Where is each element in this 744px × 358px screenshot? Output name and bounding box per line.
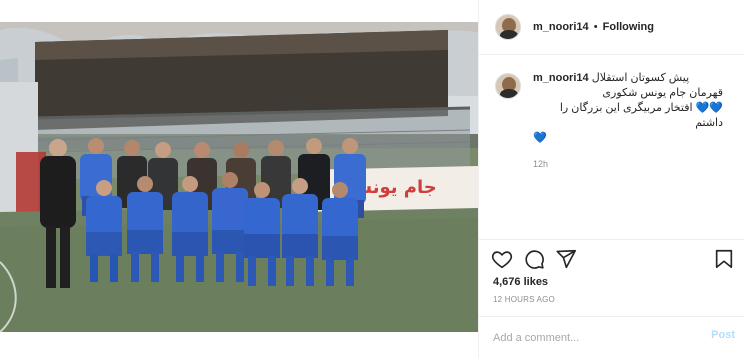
username-link[interactable]: m_noori14 bbox=[533, 21, 589, 33]
post-age[interactable]: 12 HOURS AGO bbox=[493, 295, 555, 304]
post-comment-button[interactable]: Post bbox=[711, 329, 735, 341]
caption-username-link[interactable]: m_noori14 bbox=[533, 72, 589, 84]
add-comment-bar: Post bbox=[479, 316, 744, 358]
avatar[interactable] bbox=[495, 73, 521, 99]
likes-count[interactable]: 4,676 likes bbox=[493, 276, 548, 288]
post-photo[interactable]: جام یونس bbox=[0, 22, 478, 332]
avatar[interactable] bbox=[495, 14, 521, 40]
action-bar bbox=[479, 240, 744, 280]
blue-heart: 💙 bbox=[533, 132, 547, 144]
caption-comment: m_noori14 پیش کسوتان استقلال قهرمان جام … bbox=[495, 71, 729, 172]
caption-line-3: 💙💙 افتخار مربیگری این بزرگان را داشتم bbox=[533, 101, 723, 131]
caption-line-1: پیش کسوتان استقلال bbox=[591, 72, 690, 84]
caption-area: m_noori14 پیش کسوتان استقلال قهرمان جام … bbox=[479, 55, 744, 240]
bookmark-icon[interactable] bbox=[713, 248, 735, 270]
post-header: m_noori14 • Following bbox=[479, 0, 744, 55]
caption-line-2: قهرمان جام یونس شکوری bbox=[602, 87, 723, 99]
team-photo-image: جام یونس bbox=[0, 22, 478, 332]
header-text: m_noori14 • Following bbox=[533, 21, 654, 33]
comment-timestamp[interactable]: 12h bbox=[533, 157, 723, 172]
following-button[interactable]: Following bbox=[603, 21, 654, 33]
instagram-post: جام یونس m_noori14 • Following m_noori14… bbox=[0, 0, 744, 358]
heart-icon[interactable] bbox=[491, 248, 513, 270]
share-icon[interactable] bbox=[555, 248, 577, 270]
header-separator: • bbox=[593, 21, 598, 33]
caption-body: m_noori14 پیش کسوتان استقلال قهرمان جام … bbox=[533, 71, 723, 172]
post-sidebar: m_noori14 • Following m_noori14 پیش کسوت… bbox=[478, 0, 744, 358]
comment-icon[interactable] bbox=[523, 248, 545, 270]
blue-hearts: 💙💙 bbox=[695, 102, 723, 114]
comment-input[interactable] bbox=[493, 329, 693, 347]
